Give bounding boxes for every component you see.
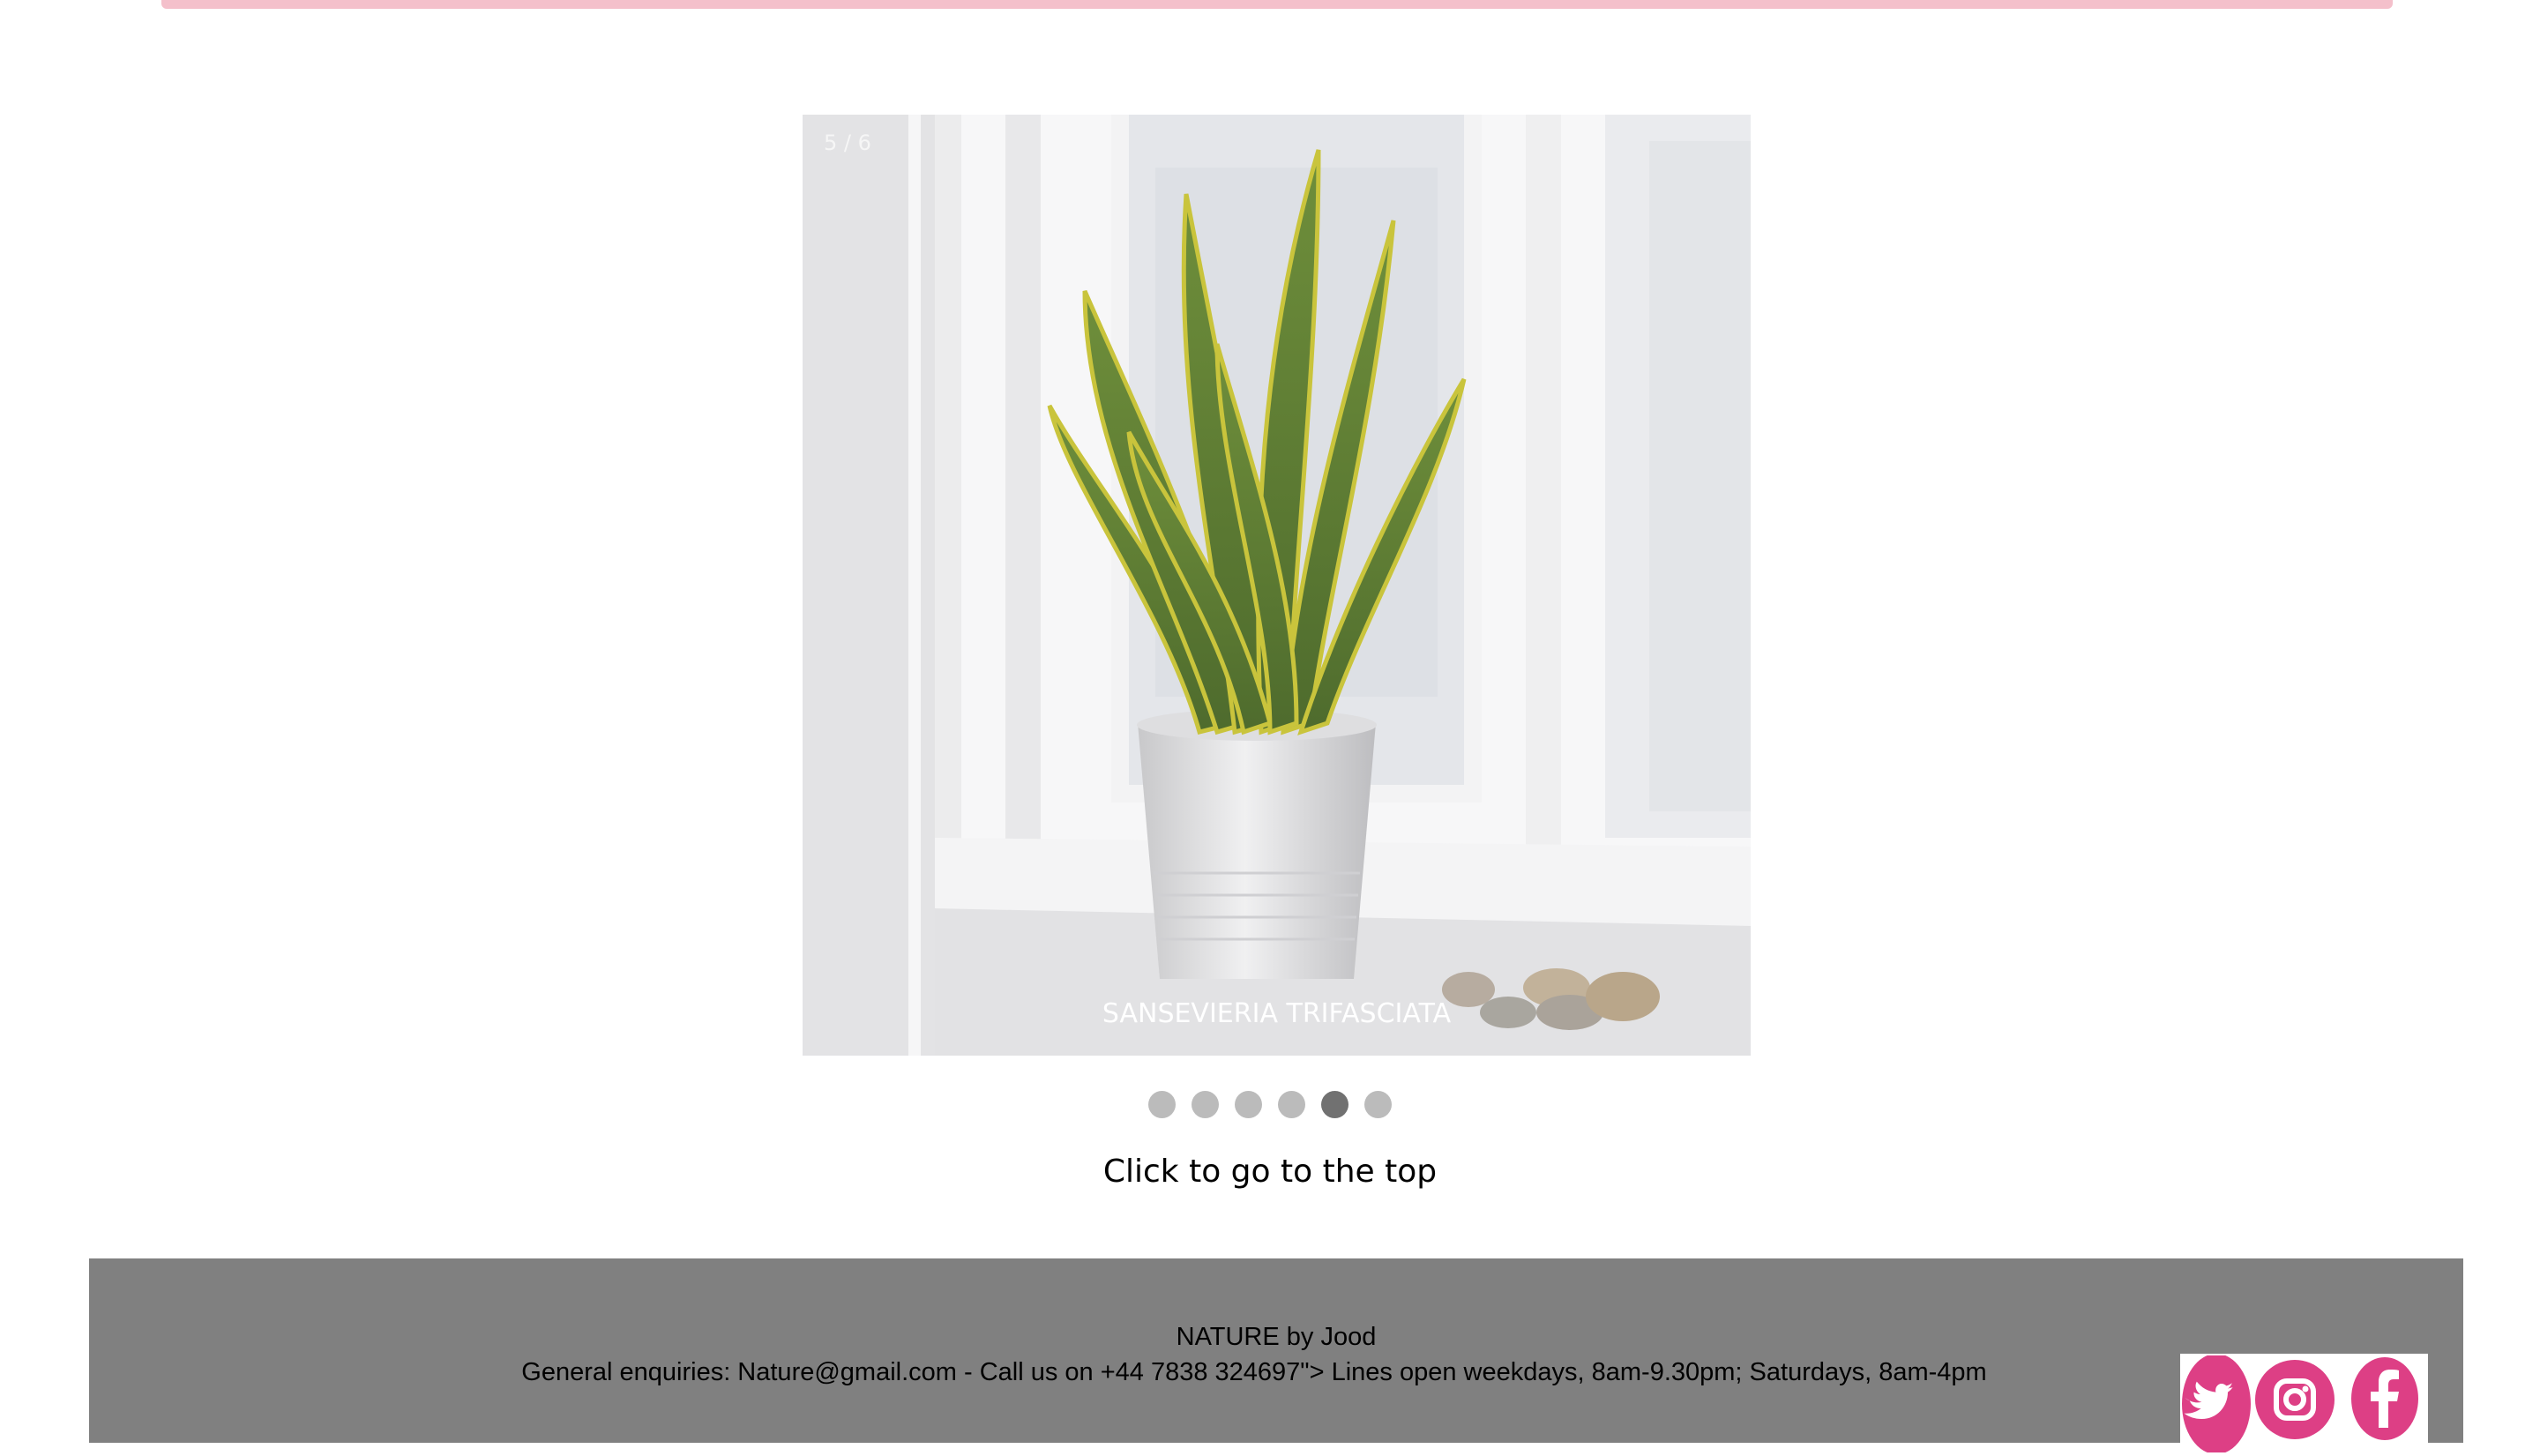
footer: NATURE by Jood General enquiries: Nature…	[89, 1258, 2463, 1443]
slide-counter: 5 / 6	[824, 131, 871, 155]
slide-dot-1[interactable]	[1148, 1091, 1176, 1118]
slideshow: 5 / 6 SANSEVIERIA TRIFASCIATA	[803, 115, 1751, 1056]
slide-dot-4[interactable]	[1278, 1091, 1305, 1118]
slide-indicators	[0, 1091, 2540, 1118]
go-to-top-link[interactable]: Click to go to the top	[0, 1154, 2540, 1190]
facebook-icon	[2351, 1357, 2418, 1440]
top-accent-bar	[161, 0, 2393, 9]
instagram-link[interactable]	[2254, 1360, 2335, 1443]
slide-dot-3[interactable]	[1235, 1091, 1262, 1118]
social-links	[2180, 1354, 2428, 1454]
slide-image	[803, 115, 1751, 1056]
slide-dot-2[interactable]	[1192, 1091, 1219, 1118]
twitter-icon	[2182, 1354, 2251, 1454]
footer-brand: NATURE by Jood	[1176, 1323, 1377, 1351]
footer-contact: General enquiries: Nature@gmail.com - Ca…	[521, 1358, 1987, 1386]
facebook-link[interactable]	[2350, 1357, 2420, 1444]
slide-caption: SANSEVIERIA TRIFASCIATA	[1102, 998, 1452, 1029]
twitter-link[interactable]	[2182, 1354, 2251, 1456]
slide-dot-6[interactable]	[1364, 1091, 1392, 1118]
slide-dot-5[interactable]	[1321, 1091, 1348, 1118]
instagram-icon	[2255, 1360, 2335, 1439]
